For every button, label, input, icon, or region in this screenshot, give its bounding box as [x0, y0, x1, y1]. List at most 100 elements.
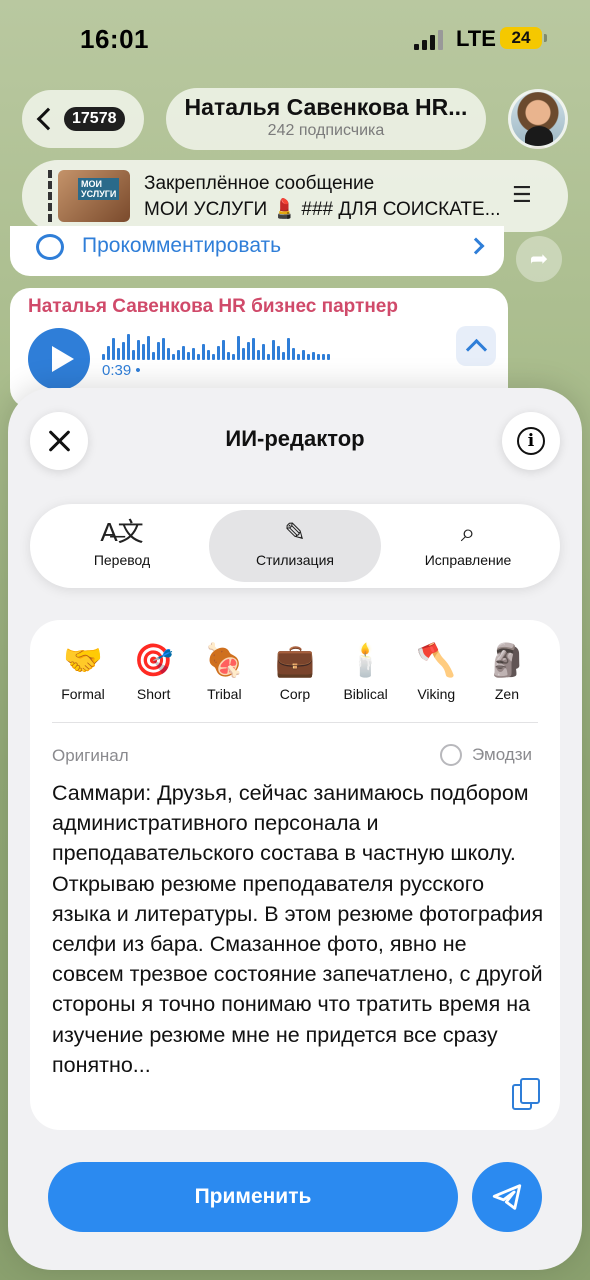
style-viking[interactable]: 🪓 Viking [403, 640, 469, 702]
style-emoji: 🕯️ [345, 642, 386, 678]
pinned-thumbnail [58, 170, 130, 222]
pin-list-icon[interactable]: ☰ [512, 182, 532, 208]
waveform-bar [112, 338, 115, 360]
waveform-bar [102, 354, 105, 360]
style-emoji: 🗿 [487, 642, 527, 678]
apply-button[interactable]: Применить [48, 1162, 458, 1232]
original-text: Саммари: Друзья, сейчас занимаюсь подбор… [52, 781, 544, 1077]
channel-title: Наталья Савенкова HR... [184, 94, 468, 120]
style-emoji: 🤝 [63, 642, 103, 678]
waveform-bar [122, 342, 125, 360]
waveform-bar [147, 336, 150, 360]
waveform-bar [297, 354, 300, 360]
share-button[interactable]: ➦ [516, 236, 562, 282]
waveform-bar [127, 334, 130, 360]
waveform-bar [152, 352, 155, 360]
waveform-bar [272, 340, 275, 360]
waveform-bar [212, 354, 215, 360]
mode-tabs: A̶文 Перевод ✎ Стилизация ⌕ Исправление [30, 504, 560, 588]
waveform-bar [222, 340, 225, 360]
signal-icon [414, 30, 443, 50]
style-emoji: 🍖 [204, 642, 245, 678]
waveform-bar [257, 350, 260, 360]
pinned-message[interactable]: Закреплённое сообщение МОИ УСЛУГИ 💄 ### … [22, 160, 568, 232]
waveform-bar [132, 350, 135, 360]
waveform-bar [157, 342, 160, 360]
emoji-toggle-label: Эмодзи [472, 745, 533, 764]
translate-icon: A̶文 [100, 517, 144, 547]
original-label: Оригинал [52, 746, 129, 765]
waveform-bar [137, 340, 140, 360]
style-selector: 🤝 Formal 🎯 Short 🍖 Tribal 💼 Corp 🕯️ Biblical 🪓 Viki… [50, 640, 540, 702]
style-label: Viking [417, 686, 456, 702]
waveform-bar [282, 352, 285, 360]
copy-icon[interactable] [512, 1078, 540, 1110]
waveform-bar [167, 348, 170, 360]
waveform-bar [262, 344, 265, 360]
tab-stylize[interactable]: ✎ Стилизация [209, 510, 381, 582]
emoji-toggle[interactable]: Эмодзи [440, 744, 532, 766]
back-button[interactable]: 17578 [22, 90, 144, 148]
waveform[interactable] [102, 334, 330, 360]
waveform-bar [317, 354, 320, 360]
tab-correct[interactable]: ⌕ Исправление [382, 510, 554, 582]
style-label: Tribal [207, 686, 242, 702]
style-label: Short [136, 686, 171, 702]
radio-icon[interactable] [440, 744, 462, 766]
waveform-bar [322, 354, 325, 360]
style-biblical[interactable]: 🕯️ Biblical [333, 640, 399, 702]
waveform-bar [187, 352, 190, 360]
waveform-bar [327, 354, 330, 360]
style-label: Formal [61, 686, 105, 702]
waveform-bar [252, 338, 255, 360]
waveform-bar [107, 346, 110, 360]
style-label: Corp [279, 686, 311, 702]
style-short[interactable]: 🎯 Short [121, 640, 187, 702]
info-icon: i [517, 427, 545, 455]
voice-duration: 0:39 • [102, 362, 141, 379]
status-bar: 16:01 LTE 24 [0, 0, 590, 80]
waveform-bar [117, 348, 120, 360]
divider [52, 722, 538, 723]
channel-header[interactable]: Наталья Савенкова HR... 242 подписчика [166, 88, 486, 150]
style-corp[interactable]: 💼 Corp [262, 640, 328, 702]
avatar[interactable] [508, 89, 568, 149]
waveform-bar [267, 354, 270, 360]
battery-icon: 24 [500, 27, 547, 49]
info-button[interactable]: i [502, 412, 560, 470]
transcribe-button[interactable] [456, 326, 496, 366]
waveform-bar [177, 350, 180, 360]
subscriber-count: 242 подписчика [267, 122, 385, 139]
waveform-bar [232, 354, 235, 360]
waveform-bar [312, 352, 315, 360]
pinned-text: МОИ УСЛУГИ 💄 ### ДЛЯ СОИСКАТЕ... [144, 199, 501, 220]
waveform-bar [287, 338, 290, 360]
waveform-bar [172, 354, 175, 360]
waveform-bar [307, 354, 310, 360]
waveform-bar [242, 348, 245, 360]
waveform-bar [277, 346, 280, 360]
paper-plane-icon [492, 1184, 522, 1210]
waveform-bar [182, 346, 185, 360]
message-author[interactable]: Наталья Савенкова HR бизнес партнер [28, 296, 398, 318]
waveform-bar [227, 352, 230, 360]
tab-label: Перевод [93, 552, 151, 568]
waveform-bar [207, 350, 210, 360]
style-zen[interactable]: 🗿 Zen [474, 640, 540, 702]
style-tribal[interactable]: 🍖 Tribal [191, 640, 257, 702]
tab-label: Исправление [424, 552, 512, 568]
waveform-bar [247, 342, 250, 360]
comment-label[interactable]: Прокомментировать [82, 234, 281, 258]
send-button[interactable] [472, 1162, 542, 1232]
tab-translate[interactable]: A̶文 Перевод [36, 510, 208, 582]
style-emoji: 🎯 [133, 642, 174, 678]
style-label: Biblical [343, 686, 388, 702]
pin-indicator [48, 170, 52, 222]
waveform-bar [142, 344, 145, 360]
tab-label: Стилизация [256, 552, 334, 568]
style-formal[interactable]: 🤝 Formal [50, 640, 116, 702]
play-button[interactable] [28, 328, 90, 390]
check-search-icon: ⌕ [460, 517, 476, 547]
waveform-bar [197, 354, 200, 360]
magic-pen-icon: ✎ [284, 517, 306, 547]
